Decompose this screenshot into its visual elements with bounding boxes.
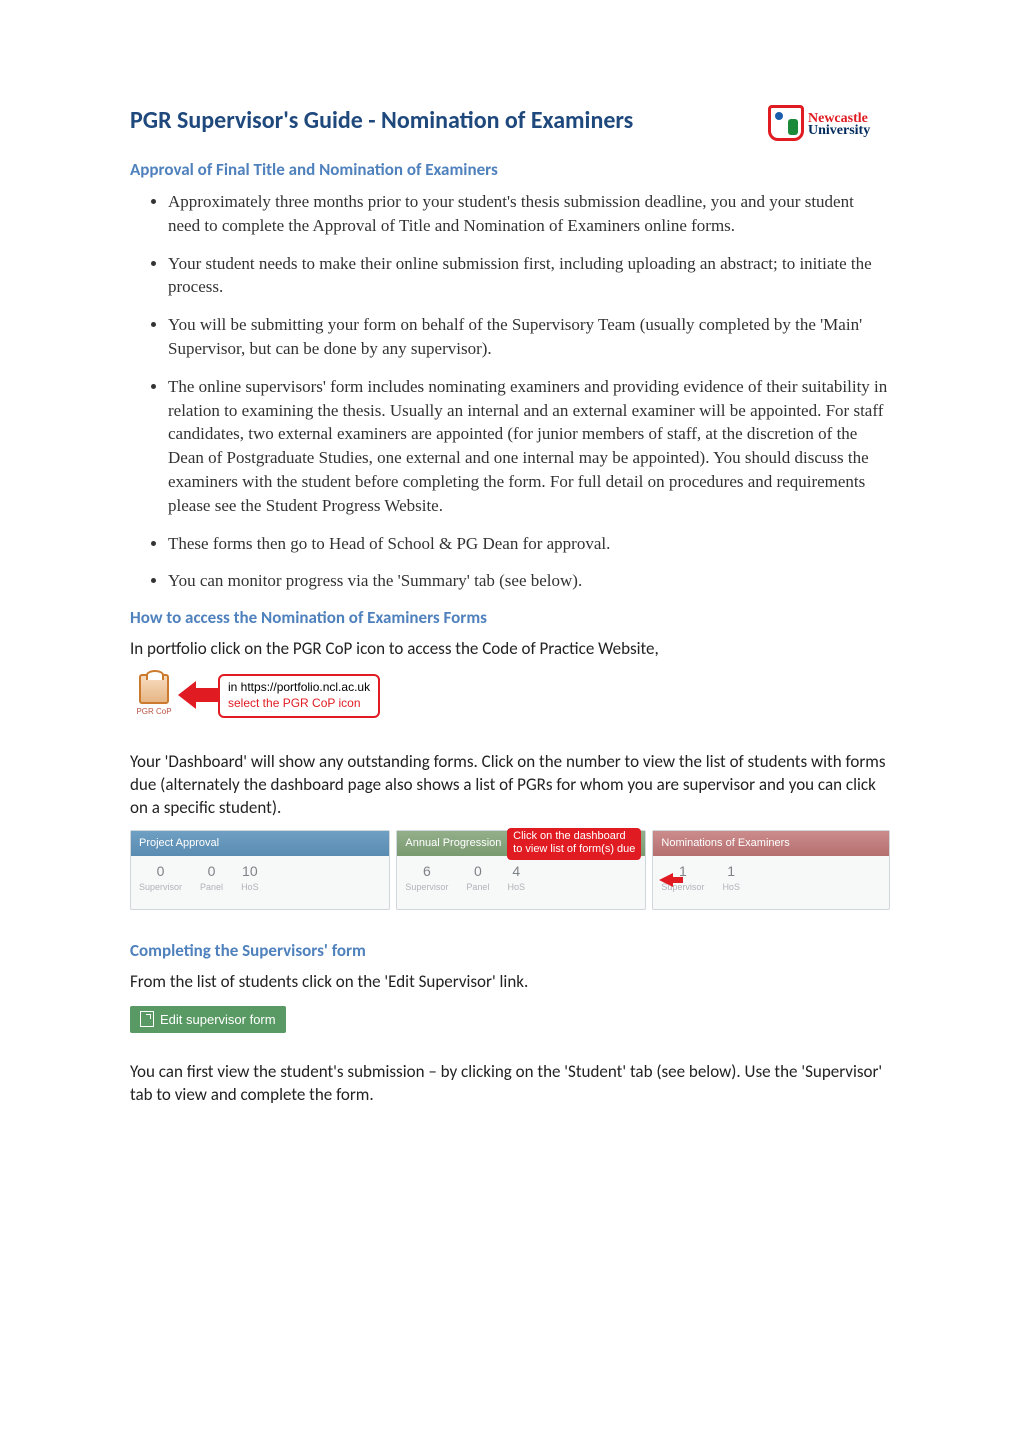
dash-col[interactable]: 1 HoS [722, 862, 740, 893]
list-item: These forms then go to Head of School & … [168, 532, 890, 556]
section-heading-approval: Approval of Final Title and Nomination o… [130, 159, 890, 182]
dash-label: HoS [241, 881, 259, 893]
dash-col[interactable]: 6 Supervisor [405, 862, 448, 893]
approval-bullet-list: Approximately three months prior to your… [130, 190, 890, 593]
completing-intro-text: From the list of students click on the '… [130, 971, 890, 994]
arrow-left-icon [184, 682, 218, 710]
dashboard-card-title: Project Approval [131, 831, 389, 856]
dash-label: HoS [722, 881, 740, 893]
padlock-icon [139, 674, 169, 704]
dashboard-cards: Project Approval 0 Supervisor 0 Panel 10… [130, 830, 890, 910]
dash-label: HoS [507, 881, 525, 893]
dash-count: 6 [423, 862, 431, 881]
arrow-left-icon [659, 873, 673, 887]
callout-line2: select the PGR CoP icon [228, 696, 370, 712]
logo-text-line2: University [808, 124, 870, 138]
callout-line1: in https://portfolio.ncl.ac.uk [228, 680, 370, 696]
pgr-cop-icon-label: PGR CoP [136, 707, 171, 718]
dash-col[interactable]: 10 HoS [241, 862, 259, 893]
list-item: You can monitor progress via the 'Summar… [168, 569, 890, 593]
dash-count: 0 [208, 862, 216, 881]
list-item: The online supervisors' form includes no… [168, 375, 890, 518]
logo-crest-icon [768, 105, 804, 141]
cop-icon-callout: PGR CoP in https://portfolio.ncl.ac.uk s… [130, 669, 890, 723]
dashboard-callout-line1: Click on the dashboard [513, 830, 635, 843]
dashboard-card-project-approval[interactable]: Project Approval 0 Supervisor 0 Panel 10… [130, 830, 390, 910]
dash-count: 10 [242, 862, 258, 881]
dash-label: Panel [466, 881, 489, 893]
newcastle-university-logo: Newcastle University [768, 105, 890, 145]
dashboard-card-nominations[interactable]: Nominations of Examiners 1 Supervisor 1 … [652, 830, 890, 910]
dash-count: 0 [474, 862, 482, 881]
list-item: You will be submitting your form on beha… [168, 313, 890, 361]
dash-col[interactable]: 4 HoS [507, 862, 525, 893]
dash-count: 4 [512, 862, 520, 881]
dash-label: Supervisor [405, 881, 448, 893]
dash-label: Supervisor [139, 881, 182, 893]
page-header: PGR Supervisor's Guide - Nomination of E… [130, 105, 890, 145]
access-intro-text: In portfolio click on the PGR CoP icon t… [130, 638, 890, 661]
dash-col[interactable]: 0 Panel [466, 862, 489, 893]
dashboard-callout-line2: to view list of form(s) due [513, 843, 635, 856]
callout-speech-box: in https://portfolio.ncl.ac.uk select th… [218, 674, 380, 717]
dashboard-card-title: Nominations of Examiners [653, 831, 889, 856]
dashboard-callout-box: Click on the dashboard to view list of f… [507, 828, 641, 860]
dash-count: 0 [157, 862, 165, 881]
completing-para-text: You can first view the student's submiss… [130, 1061, 890, 1107]
section-heading-access: How to access the Nomination of Examiner… [130, 607, 890, 630]
section-heading-completing: Completing the Supervisors' form [130, 940, 890, 963]
list-item: Approximately three months prior to your… [168, 190, 890, 238]
edit-supervisor-form-label: Edit supervisor form [160, 1011, 276, 1029]
dash-col[interactable]: 0 Supervisor [139, 862, 182, 893]
list-item: Your student needs to make their online … [168, 252, 890, 300]
dash-count: 1 [727, 862, 735, 881]
pgr-cop-icon[interactable]: PGR CoP [130, 669, 178, 723]
page-title: PGR Supervisor's Guide - Nomination of E… [130, 105, 633, 137]
dashboard-card-annual-progression[interactable]: Annual Progression Click on the dashboar… [396, 830, 646, 910]
edit-supervisor-form-button[interactable]: Edit supervisor form [130, 1006, 286, 1034]
dashboard-intro-text: Your 'Dashboard' will show any outstandi… [130, 751, 890, 820]
dash-col[interactable]: 0 Panel [200, 862, 223, 893]
dash-label: Panel [200, 881, 223, 893]
document-icon [140, 1011, 154, 1027]
